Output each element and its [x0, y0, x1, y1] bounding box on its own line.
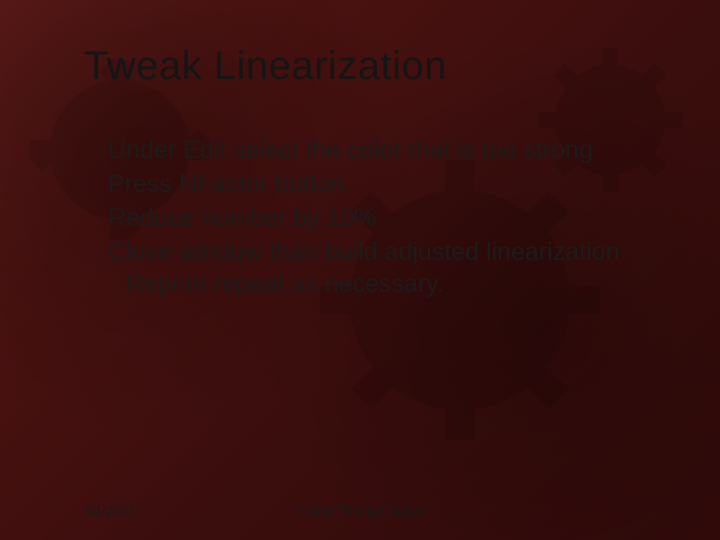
footer-author: KWitte Triangle Digital: [0, 503, 720, 518]
bullet-item: Close window than build adjusted lineari…: [108, 236, 660, 300]
bullet-item: Under Edit select the color that is too …: [108, 134, 660, 166]
bullet-item: Press NFactor button.: [108, 168, 660, 200]
slide: Tweak Linearization Under Edit select th…: [0, 0, 720, 540]
slide-footer: 5/1/2003 KWitte Triangle Digital: [0, 498, 720, 518]
slide-title: Tweak Linearization: [84, 44, 447, 89]
bullet-item: Reduce number by 10%: [108, 202, 660, 234]
slide-body: Under Edit select the color that is too …: [108, 134, 660, 302]
